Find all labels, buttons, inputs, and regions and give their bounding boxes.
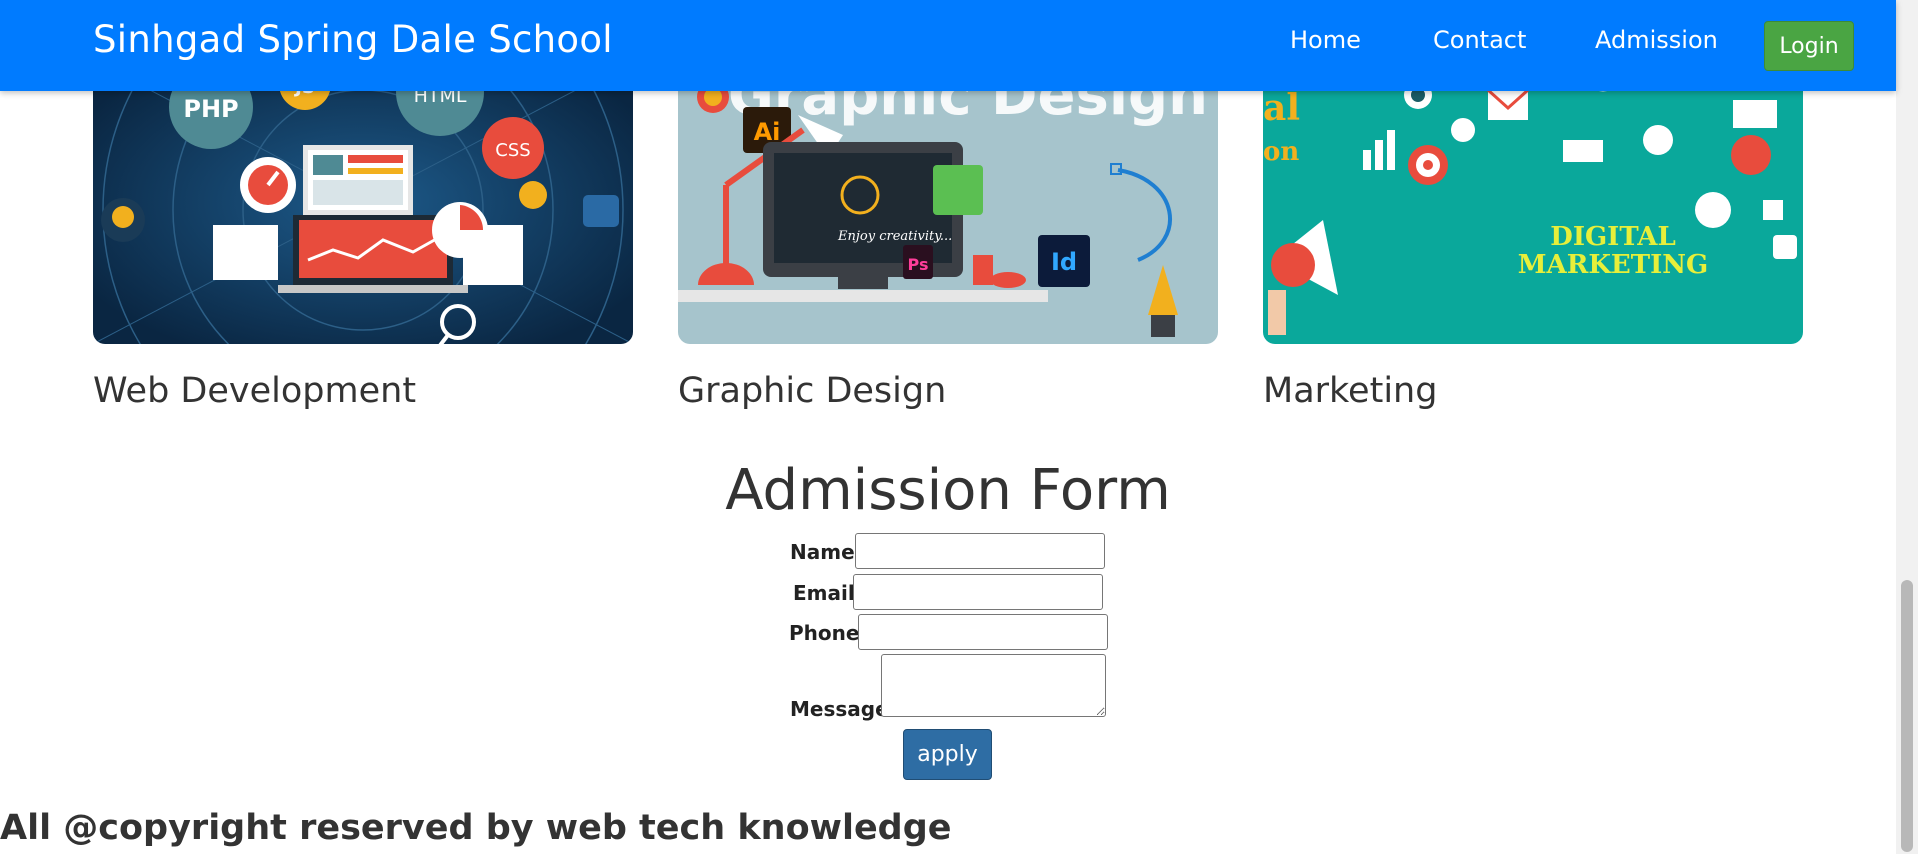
enjoy-creativity-text: Enjoy creativity...	[837, 229, 952, 244]
php-label: PHP	[183, 95, 238, 123]
email-input[interactable]	[853, 574, 1103, 610]
card-title-graphic-design: Graphic Design	[678, 371, 947, 411]
scrollbar-thumb[interactable]	[1901, 580, 1913, 852]
card-title-web-development: Web Development	[93, 371, 417, 411]
digital-text: DIGITAL	[1550, 222, 1675, 252]
web-development-image: PHP JS HTML CSS	[93, 60, 633, 344]
page-scrollbar[interactable]	[1896, 0, 1918, 854]
footer-copyright: All @copyright reserved by web tech know…	[0, 808, 952, 848]
card-title-marketing: Marketing	[1263, 371, 1438, 411]
nav-admission[interactable]: Admission	[1595, 26, 1718, 54]
id-label: Ps	[908, 255, 929, 274]
marketing-text: MARKETING	[1518, 250, 1708, 280]
brand-title[interactable]: Sinhgad Spring Dale School	[93, 18, 613, 61]
marketing-on-text: on	[1263, 137, 1299, 167]
nav-contact[interactable]: Contact	[1433, 26, 1526, 54]
message-textarea[interactable]	[881, 654, 1106, 717]
email-label: Email	[793, 581, 855, 605]
marketing-image: al on DIGITAL MARKETING	[1263, 60, 1803, 344]
nav-home[interactable]: Home	[1290, 26, 1361, 54]
marketing-al-text: al	[1263, 87, 1300, 129]
login-button[interactable]: Login	[1764, 21, 1854, 71]
phone-input[interactable]	[858, 614, 1108, 650]
message-label: Message	[790, 697, 889, 721]
name-label: Name	[790, 540, 855, 564]
phone-label: Phone	[789, 621, 860, 645]
name-input[interactable]	[855, 533, 1105, 569]
ai-label: Ai	[754, 118, 781, 146]
css-label: CSS	[495, 140, 530, 161]
apply-button[interactable]: apply	[903, 729, 992, 780]
ps-label: Id	[1051, 248, 1077, 276]
navbar: Sinhgad Spring Dale School Home Contact …	[0, 0, 1896, 91]
graphic-design-image: Graphic Design Ai Enjoy creativity... Ps…	[678, 60, 1218, 344]
admission-form-title: Admission Form	[725, 458, 1171, 523]
